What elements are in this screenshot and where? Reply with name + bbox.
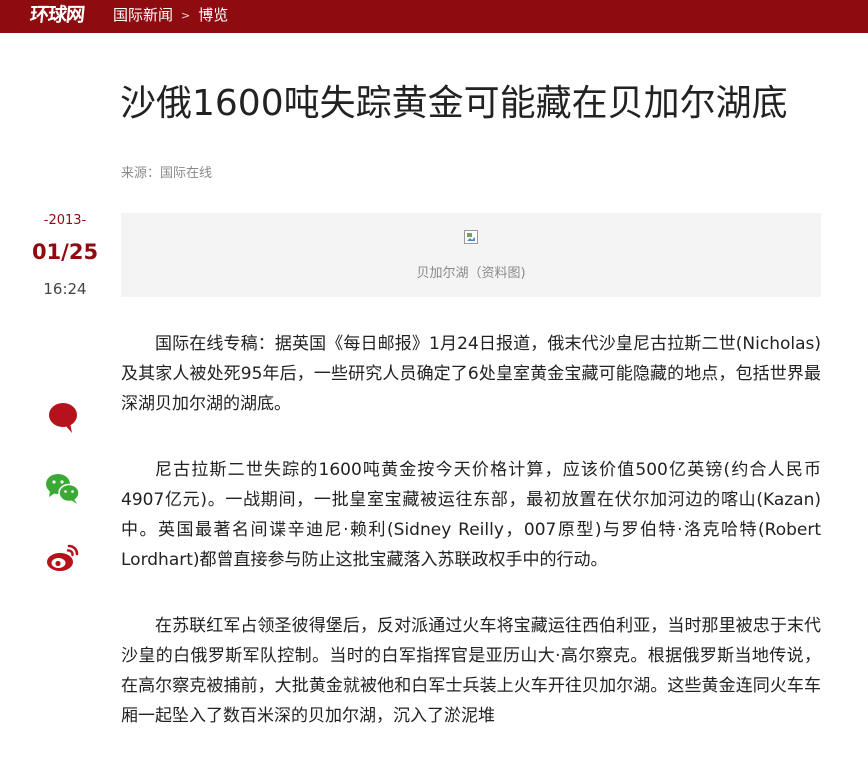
comment-icon [49, 403, 77, 433]
breadcrumb-item-expo[interactable]: 博览 [198, 6, 228, 24]
article-figure: 贝加尔湖（资料图) [121, 213, 821, 297]
breadcrumb-item-international-news[interactable]: 国际新闻 [113, 6, 173, 24]
article-paragraph-3: 在苏联红军占领圣彼得堡后，反对派通过火车将宝藏运往西伯利亚，当时那里被忠于末代沙… [121, 616, 821, 726]
article-source: 来源：国际在线 [121, 166, 213, 181]
comment-button[interactable] [44, 398, 82, 436]
weibo-icon [47, 544, 79, 571]
breadcrumb-separator: > [181, 9, 191, 22]
publish-date: 01/25 [31, 240, 99, 264]
article-paragraph-2: 尼古拉斯二世失踪的1600吨黄金按今天价格计算，应该价值500亿英镑(约合人民币… [121, 460, 821, 570]
publish-time: 16:24 [43, 280, 87, 298]
wechat-share-button[interactable] [44, 470, 82, 508]
breadcrumb: 国际新闻 > 博览 [113, 5, 228, 27]
broken-image-icon [464, 230, 478, 244]
site-logo[interactable]: 环球网 [29, 3, 86, 27]
wechat-icon [46, 474, 80, 504]
article-title: 沙俄1600吨失踪黄金可能藏在贝加尔湖底 [120, 83, 788, 124]
article-paragraph-1: 国际在线专稿：据英国《每日邮报》1月24日报道，俄末代沙皇尼古拉斯二世(Nich… [121, 334, 821, 414]
publish-year: -2013- [43, 213, 87, 228]
top-nav-bar: 环球网 国际新闻 > 博览 [0, 0, 868, 33]
article-body: 国际在线专稿：据英国《每日邮报》1月24日报道，俄末代沙皇尼古拉斯二世(Nich… [121, 329, 821, 767]
weibo-share-button[interactable] [44, 538, 82, 576]
figure-caption: 贝加尔湖（资料图) [416, 266, 526, 281]
